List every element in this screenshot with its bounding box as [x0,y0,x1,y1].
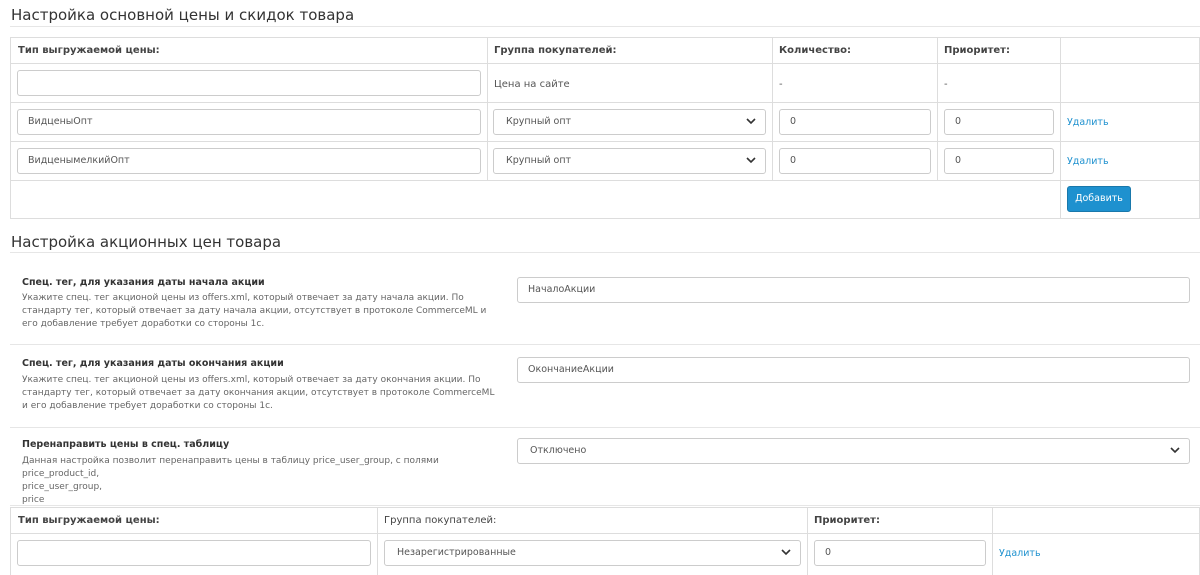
chevron-down-icon [1170,447,1180,454]
promo-price-type-input[interactable] [17,540,371,566]
section-title-base-prices: Настройка основной цены и скидок товара [11,6,355,24]
header-customer-group: Группа покупателей: [384,515,497,526]
promo-customer-group-select[interactable]: Незарегистрированные [384,540,801,566]
help-line: Данная настройка позволит перенаправить … [22,456,439,479]
promo-customer-group-value: Незарегистрированные [397,547,516,558]
divider [10,252,1200,253]
header-customer-group: Группа покупателей: [494,45,617,56]
setting-label-start-tag: Спец. тег, для указания даты начала акци… [22,277,265,288]
setting-help-start-tag: Укажите спец. тег акционой цены из offer… [22,293,487,329]
col-divider [377,507,378,575]
customer-group-select-value: Крупный опт [506,116,572,127]
base-quantity-text: - [779,79,783,90]
col-divider [807,507,808,575]
col-divider [487,37,488,180]
customer-group-select-value: Крупный опт [506,155,572,166]
header-price-type: Тип выгружаемой цены: [18,45,160,56]
setting-help-end-tag: Укажите спец. тег акционой цены из offer… [22,375,495,411]
row-divider [10,141,1200,142]
header-quantity: Количество: [779,45,851,56]
chevron-down-icon [781,549,791,556]
header-priority: Приоритет: [944,45,1010,56]
setting-label-end-tag: Спец. тег, для указания даты окончания а… [22,358,284,369]
row-divider [10,102,1200,103]
delete-link[interactable]: Удалить [1067,156,1109,167]
divider [10,344,1200,345]
col-divider [937,37,938,180]
divider [10,505,1200,506]
section-title-promo-prices: Настройка акционных цен товара [11,233,282,251]
header-priority: Приоритет: [814,515,880,526]
base-customer-group-text: Цена на сайте [494,79,570,90]
setting-help-redirect: Данная настройка позволит перенаправить … [22,455,512,507]
base-price-type-input[interactable] [17,70,481,96]
quantity-input[interactable]: 0 [779,109,931,135]
chevron-down-icon [746,118,756,125]
start-tag-input[interactable]: НачалоАкции [517,277,1190,303]
setting-label-redirect: Перенаправить цены в спец. таблицу [22,439,230,450]
add-button[interactable]: Добавить [1067,186,1131,212]
col-divider [1060,37,1061,219]
help-line: price_user_group, [22,482,103,492]
divider [10,26,1200,27]
redirect-select-value: Отключено [530,445,587,456]
header-price-type: Тип выгружаемой цены: [18,515,160,526]
row-divider [10,180,1200,181]
row-divider [10,63,1200,64]
customer-group-select[interactable]: Крупный опт [493,109,766,135]
base-priority-text: - [944,79,948,90]
redirect-select[interactable]: Отключено [517,438,1190,464]
customer-group-select[interactable]: Крупный опт [493,148,766,174]
quantity-input[interactable]: 0 [779,148,931,174]
col-divider [772,37,773,180]
col-divider [992,507,993,575]
priority-input[interactable]: 0 [944,148,1054,174]
price-type-input[interactable]: ВидценыОпт [17,109,481,135]
delete-link[interactable]: Удалить [1067,117,1109,128]
chevron-down-icon [746,157,756,164]
price-type-input[interactable]: ВидценымелкийОпт [17,148,481,174]
delete-link[interactable]: Удалить [999,548,1041,559]
promo-priority-input[interactable]: 0 [814,540,986,566]
divider [10,427,1200,428]
end-tag-input[interactable]: ОкончаниеАкции [517,357,1190,383]
row-divider [10,533,1200,534]
priority-input[interactable]: 0 [944,109,1054,135]
